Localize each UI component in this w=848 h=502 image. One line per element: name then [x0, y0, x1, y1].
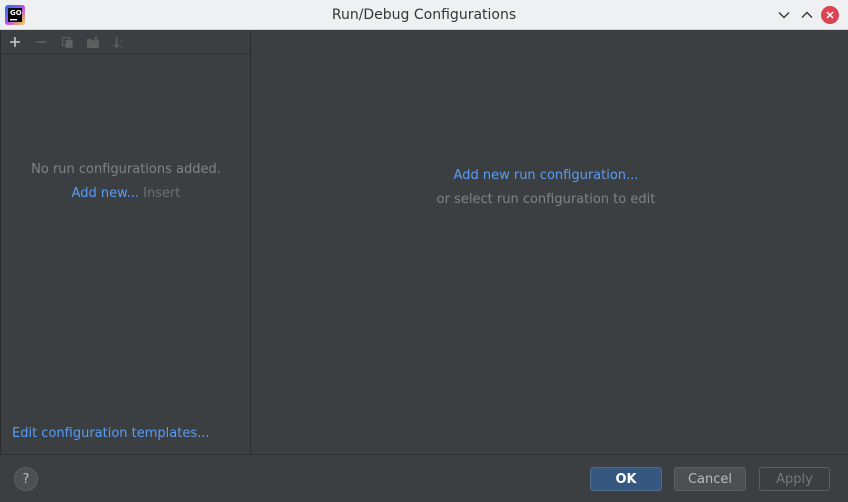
- window-title: Run/Debug Configurations: [331, 7, 517, 23]
- cancel-button[interactable]: Cancel: [674, 467, 746, 491]
- dialog-button-bar: ? OK Cancel Apply: [0, 454, 848, 502]
- sort-configurations-button[interactable]: a z: [109, 32, 129, 52]
- edit-configuration-templates-link[interactable]: Edit configuration templates...: [12, 426, 210, 441]
- select-configuration-message: or select run configuration to edit: [436, 192, 656, 207]
- run-debug-dialog: GO Run/Debug Configurations a z No run c…: [0, 0, 848, 502]
- add-new-run-configuration-link[interactable]: Add new run configuration...: [251, 168, 841, 183]
- empty-configurations-message: No run configurations added.: [31, 162, 221, 177]
- copy-configuration-button[interactable]: [57, 32, 77, 52]
- close-icon: [821, 6, 839, 24]
- remove-icon: [36, 41, 46, 43]
- title-bar[interactable]: GO Run/Debug Configurations: [0, 0, 848, 30]
- minimize-button[interactable]: [774, 5, 794, 25]
- add-configuration-button[interactable]: [5, 32, 25, 52]
- add-icon: [10, 37, 20, 47]
- chevron-down-icon: [778, 12, 790, 19]
- sort-icon: a z: [113, 36, 123, 49]
- chevron-up-icon: [801, 11, 813, 18]
- apply-button[interactable]: Apply: [759, 467, 830, 491]
- add-new-link[interactable]: Add new...: [72, 186, 139, 201]
- copy-icon: [61, 36, 72, 48]
- add-new-line: Add new... Insert: [1, 186, 251, 201]
- configuration-editor-panel: Add new run configuration... or select r…: [251, 30, 847, 454]
- maximize-button[interactable]: [797, 5, 817, 25]
- help-button[interactable]: ?: [14, 467, 38, 491]
- configurations-toolbar: a z: [1, 30, 251, 54]
- close-button[interactable]: [820, 5, 840, 25]
- remove-configuration-button[interactable]: [31, 32, 51, 52]
- ok-button[interactable]: OK: [590, 467, 662, 491]
- configurations-list-panel: a z No run configurations added. Add new…: [0, 30, 251, 454]
- new-folder-button[interactable]: [83, 32, 103, 52]
- add-new-shortcut: Insert: [143, 186, 181, 201]
- new-folder-icon: [87, 36, 99, 48]
- svg-text:z: z: [120, 44, 123, 49]
